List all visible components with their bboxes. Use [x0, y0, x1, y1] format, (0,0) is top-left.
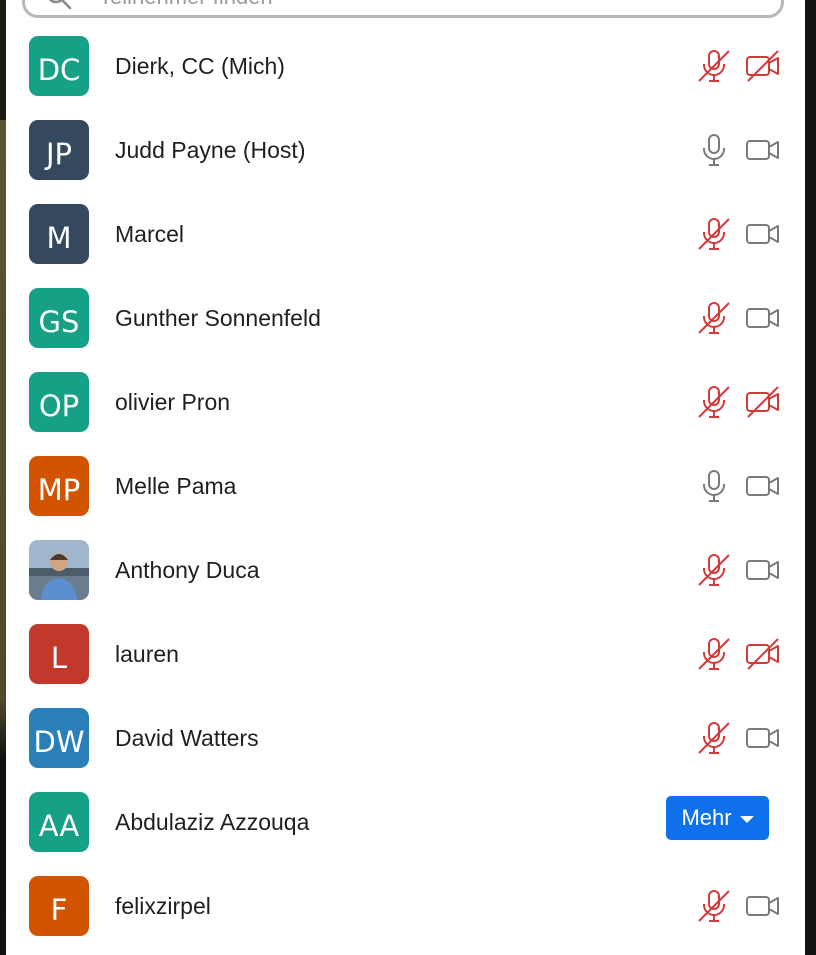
video-camera-icon[interactable] — [744, 132, 782, 168]
video-camera-icon[interactable] — [744, 300, 782, 336]
participant-row[interactable]: Llauren — [6, 614, 805, 698]
avatar — [29, 540, 89, 600]
video-camera-icon[interactable] — [744, 216, 782, 252]
avatar: F — [29, 876, 89, 936]
video-off-icon[interactable] — [744, 636, 782, 672]
microphone-muted-icon[interactable] — [696, 216, 732, 252]
participant-name: Judd Payne (Host) — [115, 137, 306, 163]
avatar: DW — [29, 708, 89, 768]
participant-row[interactable]: AA Abdulaziz Azzouqa Mehr — [6, 782, 805, 866]
participant-name: felixzirpel — [115, 893, 211, 919]
participants-panel: DC Dierk, CC (Mich) JP Judd Payne (Host) M Ma… — [6, 0, 805, 955]
avatar-initials: DC — [37, 52, 81, 87]
microphone-icon[interactable] — [696, 468, 732, 504]
microphone-muted-icon[interactable] — [696, 636, 732, 672]
participant-name: Gunther Sonnenfeld — [115, 305, 321, 331]
avatar-initials: JP — [45, 136, 73, 171]
participant-row[interactable]: GS Gunther Sonnenfeld — [6, 278, 805, 362]
participant-name: David Watters — [115, 725, 259, 751]
video-off-icon[interactable] — [744, 48, 782, 84]
avatar: JP — [29, 120, 89, 180]
search-box — [22, 0, 784, 18]
avatar-initials: M — [46, 220, 72, 255]
participant-row[interactable]: MP Melle Pama — [6, 446, 805, 530]
more-button[interactable]: Mehr — [666, 796, 769, 840]
avatar-initials: MP — [37, 472, 81, 507]
participant-name: olivier Pron — [115, 389, 231, 415]
participant-name: Dierk, CC (Mich) — [115, 53, 285, 79]
avatar: AA — [29, 792, 89, 852]
microphone-muted-icon[interactable] — [696, 720, 732, 756]
microphone-muted-icon[interactable] — [696, 48, 732, 84]
avatar: GS — [29, 288, 89, 348]
avatar-initials: OP — [38, 388, 80, 423]
avatar-initials: L — [50, 640, 68, 675]
participant-name: Marcel — [115, 221, 185, 247]
participant-name: lauren — [115, 641, 179, 667]
video-camera-icon[interactable] — [744, 888, 782, 924]
background-strip-right — [805, 0, 816, 955]
caret-down-icon — [739, 816, 754, 823]
microphone-muted-icon[interactable] — [696, 888, 732, 924]
avatar-initials: AA — [38, 808, 80, 843]
microphone-muted-icon[interactable] — [696, 552, 732, 588]
avatar: MP — [29, 456, 89, 516]
microphone-muted-icon[interactable] — [696, 300, 732, 336]
participant-row[interactable]: DW David Watters — [6, 698, 805, 782]
avatar-initials: GS — [38, 304, 80, 339]
avatar: L — [29, 624, 89, 684]
avatar: OP — [29, 372, 89, 432]
participant-row[interactable]: Anthony Duca — [6, 530, 805, 614]
avatar-initials: F — [50, 892, 68, 927]
participant-row[interactable]: DC Dierk, CC (Mich) — [6, 26, 805, 110]
search-icon — [48, 0, 72, 10]
video-camera-icon[interactable] — [744, 552, 782, 588]
video-off-icon[interactable] — [744, 384, 782, 420]
participant-name: Anthony Duca — [115, 557, 260, 583]
search-input[interactable] — [97, 0, 701, 13]
avatar: M — [29, 204, 89, 264]
more-button-label: Mehr — [681, 805, 732, 830]
participant-list: DC Dierk, CC (Mich) JP Judd Payne (Host) M Ma… — [6, 26, 805, 950]
participant-name: Melle Pama — [115, 473, 237, 499]
avatar-initials: DW — [33, 724, 85, 759]
participant-row[interactable]: JP Judd Payne (Host) — [6, 110, 805, 194]
video-camera-icon[interactable] — [744, 468, 782, 504]
video-camera-icon[interactable] — [744, 720, 782, 756]
participant-name: Abdulaziz Azzouqa — [115, 809, 310, 835]
microphone-muted-icon[interactable] — [696, 384, 732, 420]
participant-row[interactable]: M Marcel — [6, 194, 805, 278]
avatar: DC — [29, 36, 89, 96]
microphone-icon[interactable] — [696, 132, 732, 168]
participant-row[interactable]: Ffelixzirpel — [6, 866, 805, 950]
participant-row[interactable]: OP olivier Pron — [6, 362, 805, 446]
